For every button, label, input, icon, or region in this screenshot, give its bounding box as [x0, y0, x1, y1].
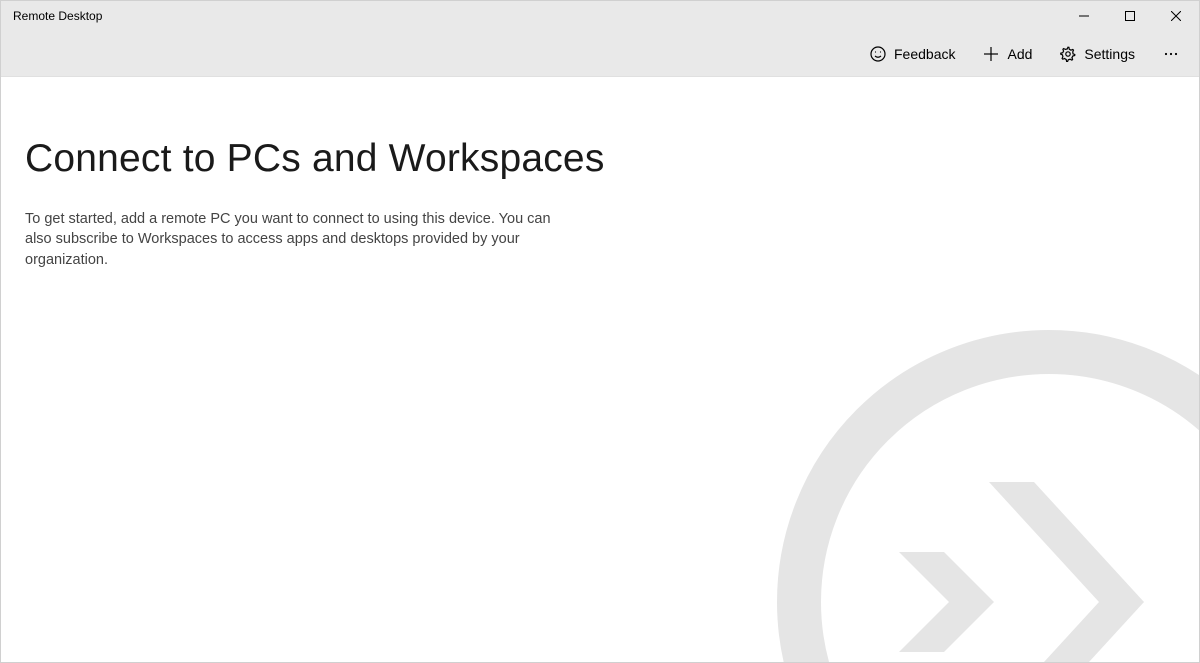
feedback-button[interactable]: Feedback — [858, 40, 967, 68]
minimize-button[interactable] — [1061, 1, 1107, 31]
add-button[interactable]: Add — [971, 40, 1044, 68]
plus-icon — [983, 46, 999, 62]
watermark-logo — [769, 322, 1199, 662]
page-description: To get started, add a remote PC you want… — [25, 209, 555, 270]
close-icon — [1171, 11, 1181, 21]
add-label: Add — [1007, 46, 1032, 62]
feedback-label: Feedback — [894, 46, 955, 62]
settings-label: Settings — [1084, 46, 1135, 62]
command-bar: Feedback Add Settings — [1, 31, 1199, 77]
more-icon — [1163, 46, 1179, 62]
main-content: Connect to PCs and Workspaces To get sta… — [1, 77, 1199, 662]
gear-icon — [1060, 46, 1076, 62]
page-headline: Connect to PCs and Workspaces — [25, 137, 1175, 181]
settings-button[interactable]: Settings — [1048, 40, 1147, 68]
remote-desktop-icon — [769, 322, 1199, 662]
close-button[interactable] — [1153, 1, 1199, 31]
window-title: Remote Desktop — [13, 9, 102, 23]
smiley-icon — [870, 46, 886, 62]
minimize-icon — [1079, 11, 1089, 21]
maximize-button[interactable] — [1107, 1, 1153, 31]
window-controls — [1061, 1, 1199, 31]
more-button[interactable] — [1151, 40, 1191, 68]
maximize-icon — [1125, 11, 1135, 21]
titlebar: Remote Desktop — [1, 1, 1199, 31]
